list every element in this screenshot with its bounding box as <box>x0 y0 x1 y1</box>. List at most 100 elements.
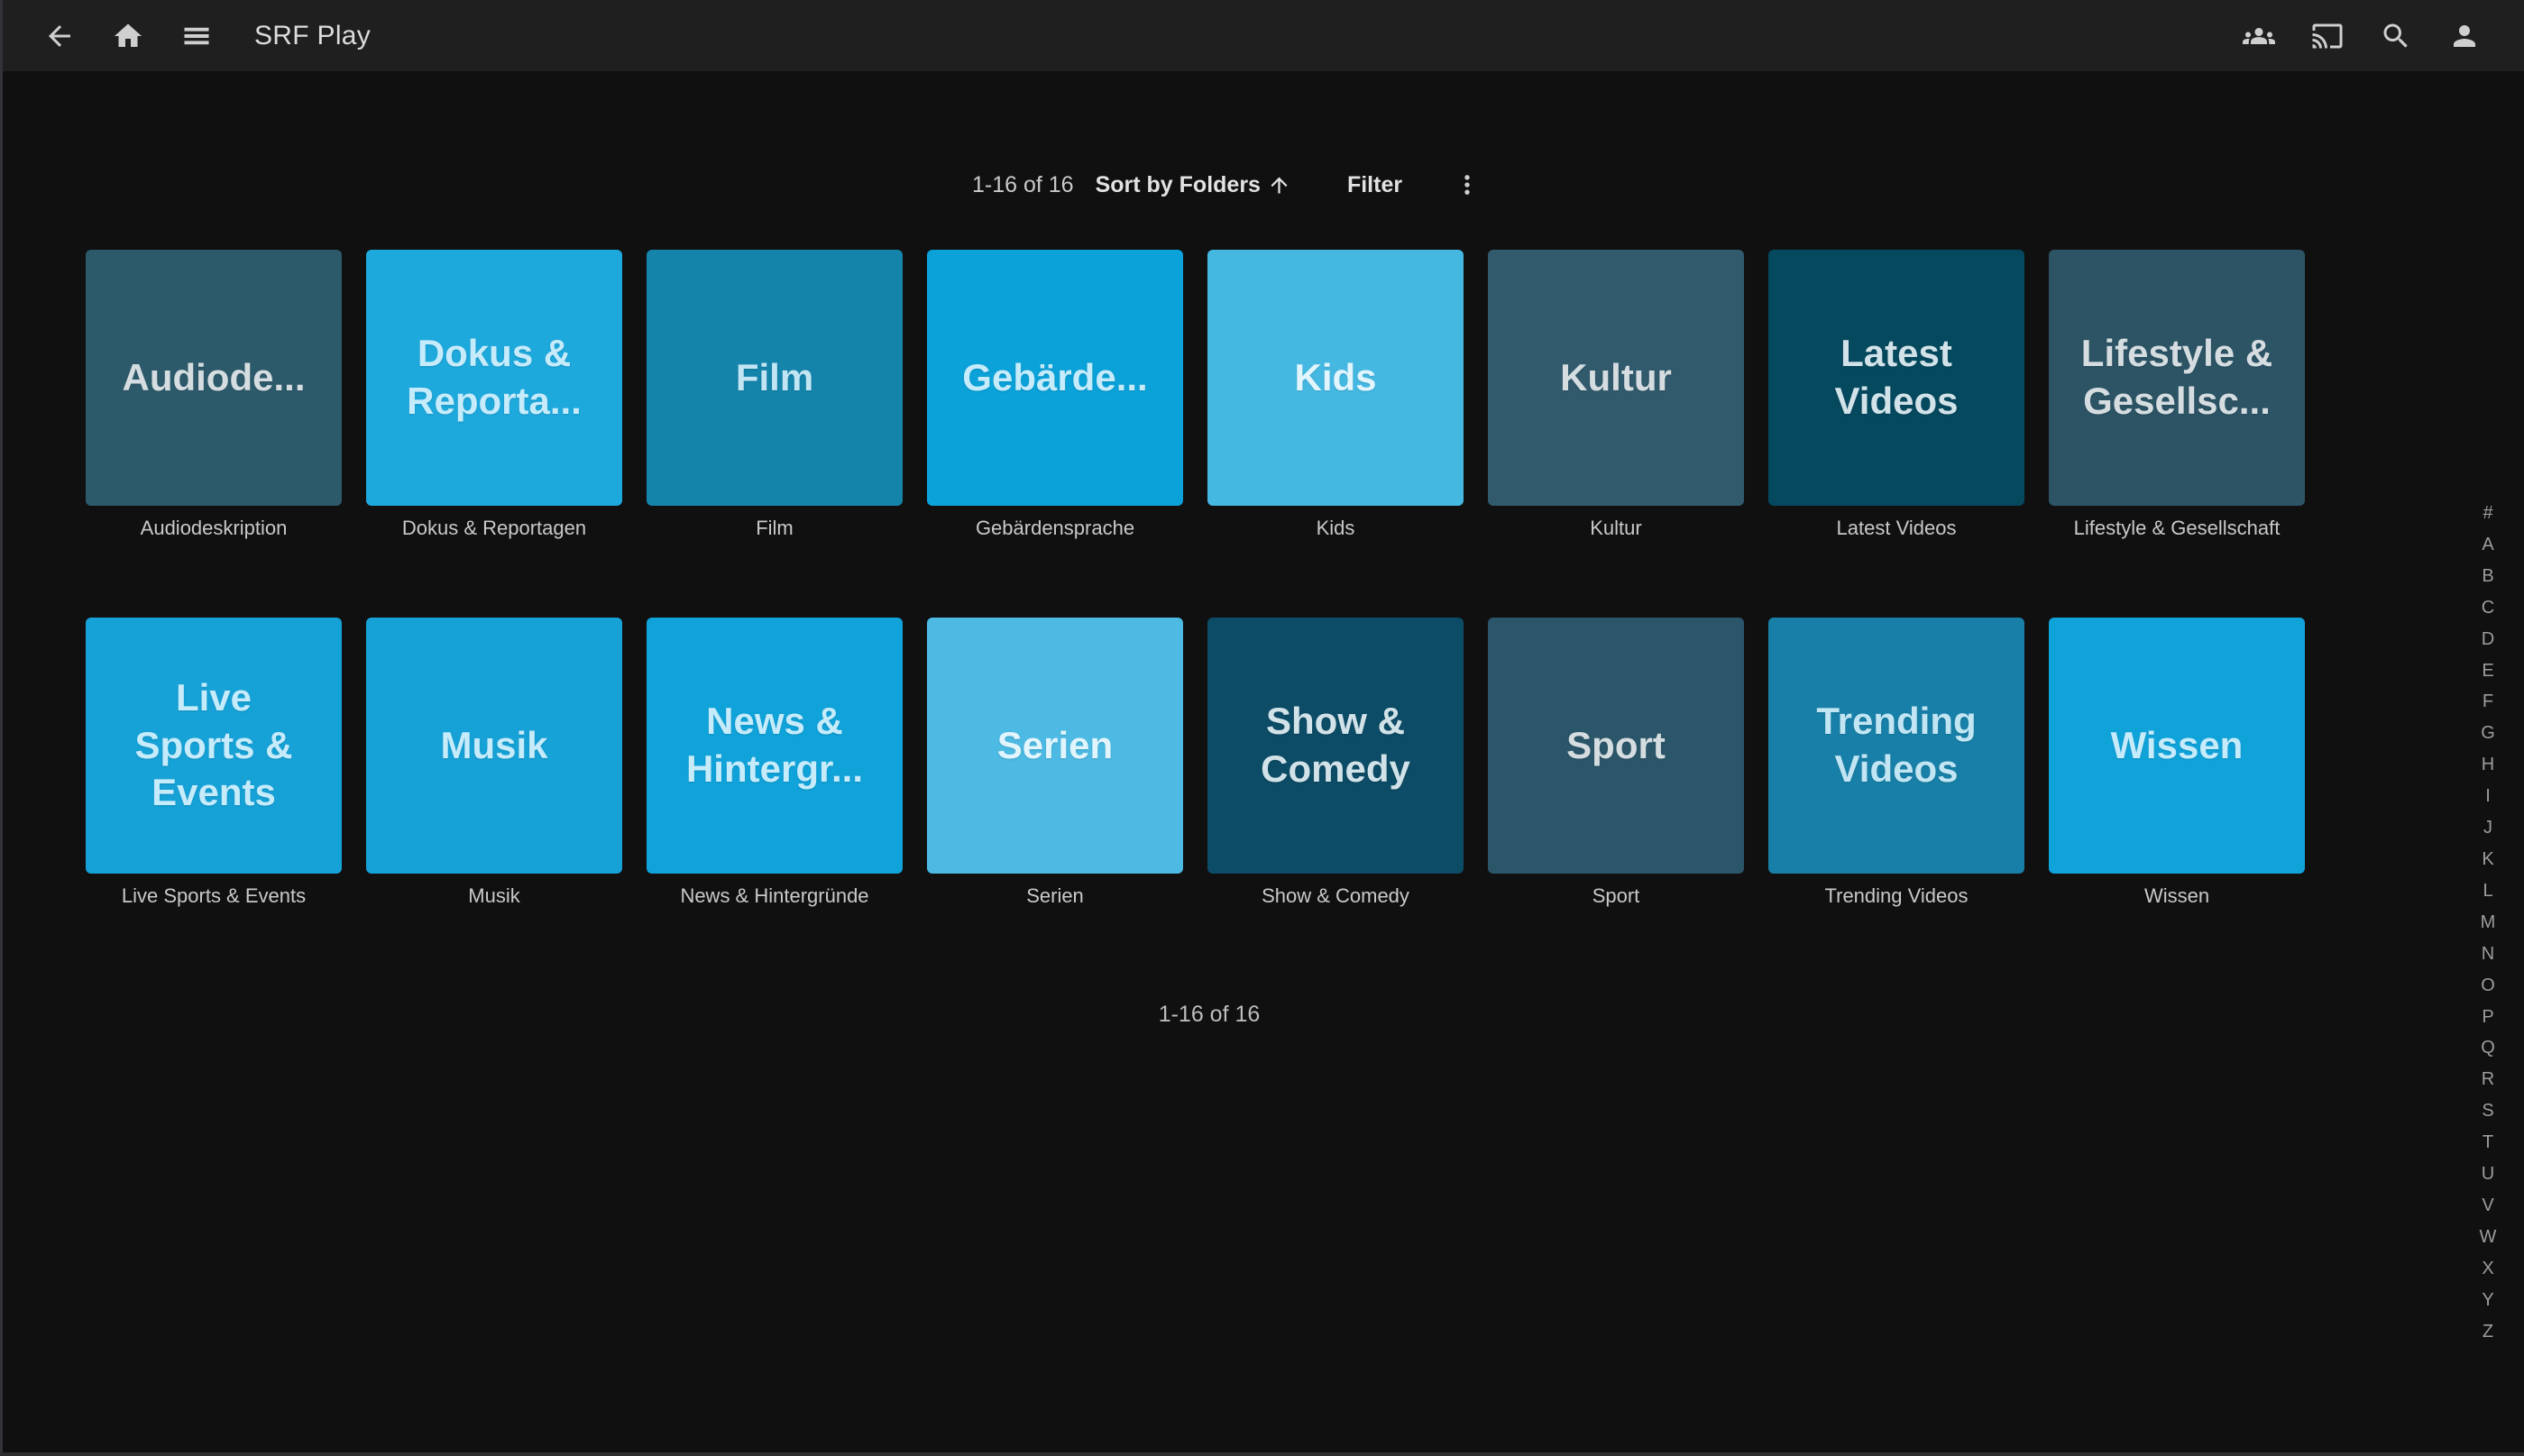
folder-card-text: Lifestyle & Gesellsc... <box>2081 330 2272 426</box>
menu-button[interactable] <box>175 14 218 58</box>
folder-card[interactable]: Wissen <box>2049 618 2305 874</box>
folder-label[interactable]: Audiodeskription <box>86 517 342 540</box>
cast-button[interactable] <box>2306 14 2349 58</box>
alpha-letter[interactable]: B <box>2470 561 2506 592</box>
alpha-letter[interactable]: Z <box>2470 1316 2506 1348</box>
folder-card[interactable]: Kultur <box>1488 250 1744 506</box>
alpha-letter[interactable]: C <box>2470 592 2506 624</box>
folder-card[interactable]: Lifestyle & Gesellsc... <box>2049 250 2305 506</box>
page-title: SRF Play <box>254 21 371 51</box>
alpha-letter[interactable]: X <box>2470 1253 2506 1285</box>
alpha-letter[interactable]: # <box>2470 498 2506 529</box>
alpha-letter[interactable]: Y <box>2470 1285 2506 1316</box>
folder-label[interactable]: Trending Videos <box>1768 884 2024 908</box>
library-folder: Trending Videos Trending Videos <box>1768 618 2024 908</box>
folder-card-text: Wissen <box>2111 722 2244 770</box>
alpha-letter[interactable]: S <box>2470 1095 2506 1127</box>
alpha-letter[interactable]: U <box>2470 1158 2506 1190</box>
folder-label[interactable]: Serien <box>927 884 1183 908</box>
folder-label[interactable]: Show & Comedy <box>1207 884 1464 908</box>
folder-card[interactable]: Film <box>647 250 903 506</box>
folder-card[interactable]: News & Hintergr... <box>647 618 903 874</box>
syncplay-groups-icon <box>2243 20 2275 52</box>
folder-label[interactable]: Lifestyle & Gesellschaft <box>2049 517 2305 540</box>
folder-label[interactable]: Wissen <box>2049 884 2305 908</box>
vertical-ellipsis-icon <box>1455 171 1480 198</box>
folder-card[interactable]: Show & Comedy <box>1207 618 1464 874</box>
home-button[interactable] <box>106 14 150 58</box>
library-folder: Latest Videos Latest Videos <box>1768 250 2024 540</box>
alpha-letter[interactable]: L <box>2470 875 2506 907</box>
paging-top: 1-16 of 16 <box>972 172 1074 198</box>
folder-label[interactable]: Kids <box>1207 517 1464 540</box>
folder-label[interactable]: Sport <box>1488 884 1744 908</box>
sort-button[interactable]: Sort by Folders <box>1096 172 1291 198</box>
folder-label[interactable]: Kultur <box>1488 517 1744 540</box>
folder-card[interactable]: Gebärde... <box>927 250 1183 506</box>
alpha-letter[interactable]: K <box>2470 844 2506 875</box>
alpha-letter[interactable]: V <box>2470 1190 2506 1222</box>
alpha-letter[interactable]: H <box>2470 749 2506 781</box>
folder-card-text: Kids <box>1294 354 1376 402</box>
alpha-letter[interactable]: N <box>2470 939 2506 970</box>
alpha-letter[interactable]: Q <box>2470 1032 2506 1064</box>
syncplay-button[interactable] <box>2237 14 2281 58</box>
folder-label[interactable]: News & Hintergründe <box>647 884 903 908</box>
left-edge-scrollbar[interactable] <box>0 0 3 1456</box>
cast-icon <box>2311 20 2344 52</box>
folder-card-text: Show & Comedy <box>1261 698 1410 793</box>
folder-label[interactable]: Film <box>647 517 903 540</box>
search-button[interactable] <box>2374 14 2418 58</box>
folder-card-text: Latest Videos <box>1835 330 1959 426</box>
folder-card[interactable]: Kids <box>1207 250 1464 506</box>
filter-button[interactable]: Filter <box>1347 172 1402 198</box>
folder-label[interactable]: Dokus & Reportagen <box>366 517 622 540</box>
alpha-letter[interactable]: I <box>2470 781 2506 812</box>
folder-card[interactable]: Dokus & Reporta... <box>366 250 622 506</box>
alpha-letter[interactable]: M <box>2470 907 2506 939</box>
back-button[interactable] <box>38 14 81 58</box>
alpha-letter[interactable]: R <box>2470 1064 2506 1095</box>
alpha-letter[interactable]: A <box>2470 529 2506 561</box>
folder-card-text: Sport <box>1566 722 1666 770</box>
folder-card-text: Musik <box>440 722 547 770</box>
folder-label[interactable]: Latest Videos <box>1768 517 2024 540</box>
alpha-letter[interactable]: W <box>2470 1222 2506 1253</box>
library-folder: Live Sports & Events Live Sports & Event… <box>86 618 342 908</box>
library-folder: Dokus & Reporta... Dokus & Reportagen <box>366 250 622 540</box>
folder-card[interactable]: Sport <box>1488 618 1744 874</box>
alpha-letter[interactable]: J <box>2470 812 2506 844</box>
folder-card[interactable]: Serien <box>927 618 1183 874</box>
user-button[interactable] <box>2443 14 2486 58</box>
alpha-letter[interactable]: E <box>2470 655 2506 687</box>
paging-bottom: 1-16 of 16 <box>1029 1002 1390 1028</box>
folder-card-text: Audiode... <box>123 354 306 402</box>
alpha-letter[interactable]: O <box>2470 970 2506 1002</box>
folder-card-text: Trending Videos <box>1816 698 1976 793</box>
alphabet-scroller: # A B C D E F G H I J K L M N O P Q R S … <box>2470 498 2506 1347</box>
overflow-menu-button[interactable] <box>1449 163 1485 206</box>
app-bar: SRF Play <box>0 0 2524 71</box>
alpha-letter[interactable]: T <box>2470 1127 2506 1158</box>
alpha-letter[interactable]: P <box>2470 1002 2506 1033</box>
folder-card[interactable]: Musik <box>366 618 622 874</box>
menu-icon <box>180 20 213 52</box>
alpha-letter[interactable]: F <box>2470 686 2506 718</box>
bottom-edge-scrollbar[interactable] <box>0 1452 2524 1456</box>
folder-label[interactable]: Live Sports & Events <box>86 884 342 908</box>
folder-card-text: Live Sports & Events <box>134 674 292 818</box>
alpha-letter[interactable]: D <box>2470 624 2506 655</box>
folder-card[interactable]: Live Sports & Events <box>86 618 342 874</box>
folder-card[interactable]: Trending Videos <box>1768 618 2024 874</box>
arrow-up-icon <box>1267 173 1291 197</box>
arrow-back-icon <box>43 20 76 52</box>
sort-label: Sort by Folders <box>1096 172 1261 198</box>
folder-card[interactable]: Latest Videos <box>1768 250 2024 506</box>
folder-card[interactable]: Audiode... <box>86 250 342 506</box>
folder-card-text: Serien <box>997 722 1113 770</box>
folder-label[interactable]: Musik <box>366 884 622 908</box>
folder-card-text: Film <box>736 354 813 402</box>
alpha-letter[interactable]: G <box>2470 718 2506 749</box>
search-icon <box>2380 20 2412 52</box>
folder-label[interactable]: Gebärdensprache <box>927 517 1183 540</box>
